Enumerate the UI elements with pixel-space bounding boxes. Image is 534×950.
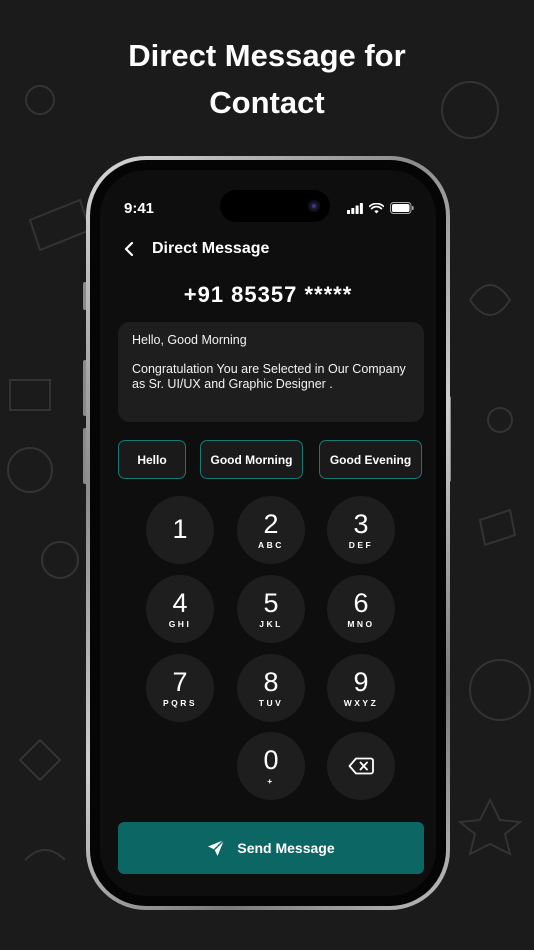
dynamic-island [220,190,330,222]
chip-good-morning[interactable]: Good Morning [200,440,303,479]
key-3[interactable]: 3 DEF [327,496,395,564]
headline-line-1: Direct Message for [128,38,406,73]
phone-number-display[interactable]: +91 85357 ***** [100,282,436,308]
message-textarea[interactable]: Hello, Good Morning Congratulation You a… [118,322,424,422]
quick-reply-chips: Hello Good Morning Good Evening [118,440,424,479]
key-digit: 7 [172,667,188,697]
status-icons [347,202,414,214]
key-4[interactable]: 4 GHI [146,575,214,643]
backspace-button[interactable] [327,732,395,800]
page-headline: Direct Message for Contact [0,32,534,126]
key-digit: 9 [353,667,369,697]
key-letters: WXYZ [343,698,379,708]
status-time: 9:41 [124,200,155,217]
key-9[interactable]: 9 WXYZ [327,654,395,722]
key-letters: JKL [259,619,283,629]
chip-good-evening[interactable]: Good Evening [319,440,422,479]
back-button[interactable] [120,240,138,258]
key-digit: 5 [263,588,279,618]
nav-bar: Direct Message [120,240,269,258]
key-digit: 0 [263,745,279,775]
key-letters: MNO [347,619,375,629]
phone-bezel: 9:41 Direct Message +91 85357 ***** Hell… [90,160,446,906]
message-body: Congratulation You are Selected in Our C… [132,362,406,391]
send-icon [208,839,225,856]
battery-icon [390,202,414,214]
backspace-icon [348,757,374,775]
message-greeting: Hello, Good Morning [132,333,247,347]
key-digit: 1 [172,514,188,544]
key-8[interactable]: 8 TUV [237,654,305,722]
wifi-icon [369,202,384,213]
key-digit: 2 [263,509,279,539]
key-1[interactable]: 1 [146,496,214,564]
key-0[interactable]: 0 + [237,732,305,800]
signal-icon [347,202,363,214]
phone-mockup: 9:41 Direct Message +91 85357 ***** Hell… [86,156,450,910]
key-6[interactable]: 6 MNO [327,575,395,643]
key-5[interactable]: 5 JKL [237,575,305,643]
key-digit: 8 [263,667,279,697]
key-letters: PQRS [162,698,198,708]
key-digit: 3 [353,509,369,539]
chip-hello[interactable]: Hello [118,440,186,479]
key-2[interactable]: 2 ABC [237,496,305,564]
page-title: Direct Message [152,240,270,257]
send-message-button[interactable]: Send Message [118,822,424,874]
key-letters: DEF [348,540,374,550]
key-7[interactable]: 7 PQRS [146,654,214,722]
back-chevron-icon [124,241,134,257]
send-button-label: Send Message [237,840,335,856]
phone-screen: 9:41 Direct Message +91 85357 ***** Hell… [100,170,436,896]
key-letters: TUV [258,698,284,708]
camera-icon [308,200,320,212]
key-letters: + [267,776,275,786]
key-letters: ABC [258,540,284,550]
key-letters: GHI [168,619,192,629]
key-digit: 4 [172,588,188,618]
headline-line-2: Contact [209,85,325,120]
key-digit: 6 [353,588,369,618]
